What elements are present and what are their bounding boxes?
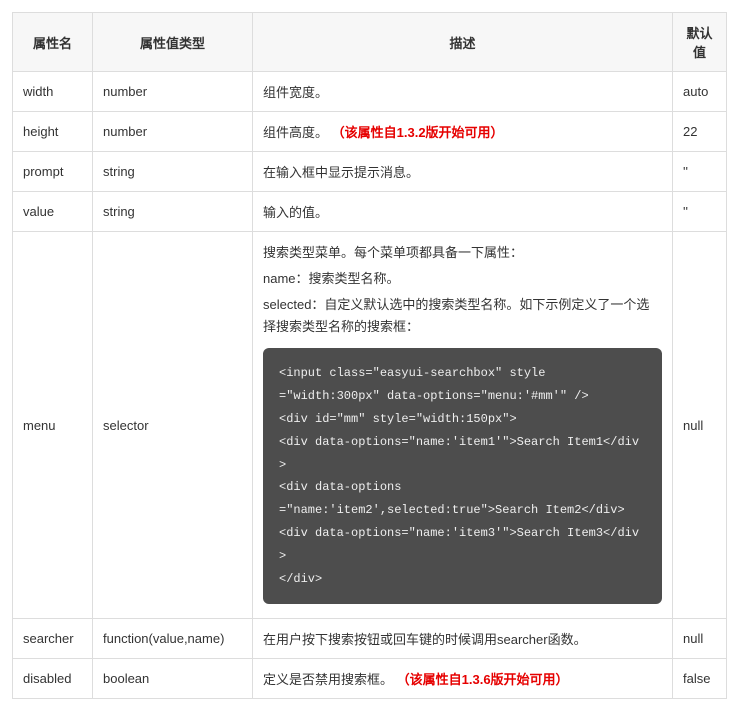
- version-note: （该属性自1.3.2版开始可用）: [332, 125, 504, 140]
- prop-name: height: [13, 112, 93, 152]
- prop-default: null: [673, 232, 727, 619]
- prop-default: false: [673, 659, 727, 699]
- prop-name: prompt: [13, 152, 93, 192]
- table-row: menu selector 搜索类型菜单。每个菜单项都具备一下属性： name：…: [13, 232, 727, 619]
- prop-name: menu: [13, 232, 93, 619]
- table-row: width number 组件宽度。 auto: [13, 72, 727, 112]
- prop-desc: 定义是否禁用搜索框。 （该属性自1.3.6版开始可用）: [253, 659, 673, 699]
- desc-line: 搜索类型菜单。每个菜单项都具备一下属性：: [263, 242, 662, 264]
- desc-text: 输入的值。: [263, 205, 328, 220]
- table-row: prompt string 在输入框中显示提示消息。 '': [13, 152, 727, 192]
- prop-default: auto: [673, 72, 727, 112]
- version-note: （该属性自1.3.6版开始可用）: [397, 672, 569, 687]
- prop-default: null: [673, 619, 727, 659]
- table-row: height number 组件高度。 （该属性自1.3.2版开始可用） 22: [13, 112, 727, 152]
- desc-text: 在输入框中显示提示消息。: [263, 165, 419, 180]
- prop-type: selector: [93, 232, 253, 619]
- prop-name: value: [13, 192, 93, 232]
- header-name: 属性名: [13, 13, 93, 72]
- prop-desc: 在用户按下搜索按钮或回车键的时候调用searcher函数。: [253, 619, 673, 659]
- table-header-row: 属性名 属性值类型 描述 默认值: [13, 13, 727, 72]
- prop-type: string: [93, 152, 253, 192]
- desc-text: 在用户按下搜索按钮或回车键的时候调用searcher函数。: [263, 632, 587, 647]
- prop-desc: 组件高度。 （该属性自1.3.2版开始可用）: [253, 112, 673, 152]
- prop-type: function(value,name): [93, 619, 253, 659]
- prop-name: disabled: [13, 659, 93, 699]
- prop-desc: 组件宽度。: [253, 72, 673, 112]
- table-row: disabled boolean 定义是否禁用搜索框。 （该属性自1.3.6版开…: [13, 659, 727, 699]
- header-type: 属性值类型: [93, 13, 253, 72]
- prop-name: searcher: [13, 619, 93, 659]
- prop-default: 22: [673, 112, 727, 152]
- prop-type: number: [93, 112, 253, 152]
- prop-name: width: [13, 72, 93, 112]
- desc-text: 定义是否禁用搜索框。: [263, 672, 393, 687]
- desc-line: selected：自定义默认选中的搜索类型名称。如下示例定义了一个选择搜索类型名…: [263, 294, 662, 338]
- prop-default: '': [673, 192, 727, 232]
- code-example: <input class="easyui-searchbox" style ="…: [263, 348, 662, 604]
- table-row: value string 输入的值。 '': [13, 192, 727, 232]
- desc-line: name：搜索类型名称。: [263, 268, 662, 290]
- prop-desc: 搜索类型菜单。每个菜单项都具备一下属性： name：搜索类型名称。 select…: [253, 232, 673, 619]
- header-default: 默认值: [673, 13, 727, 72]
- prop-type: boolean: [93, 659, 253, 699]
- prop-desc: 在输入框中显示提示消息。: [253, 152, 673, 192]
- prop-type: string: [93, 192, 253, 232]
- desc-block: 搜索类型菜单。每个菜单项都具备一下属性： name：搜索类型名称。 select…: [263, 242, 662, 338]
- prop-desc: 输入的值。: [253, 192, 673, 232]
- prop-default: '': [673, 152, 727, 192]
- prop-type: number: [93, 72, 253, 112]
- desc-text: 组件宽度。: [263, 85, 328, 100]
- table-row: searcher function(value,name) 在用户按下搜索按钮或…: [13, 619, 727, 659]
- desc-text: 组件高度。: [263, 125, 328, 140]
- properties-table: 属性名 属性值类型 描述 默认值 width number 组件宽度。 auto…: [12, 12, 727, 699]
- header-desc: 描述: [253, 13, 673, 72]
